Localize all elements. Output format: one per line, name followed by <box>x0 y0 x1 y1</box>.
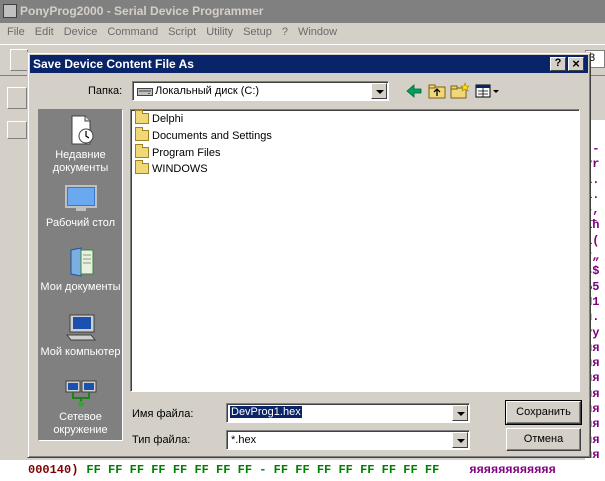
menu-command[interactable]: Command <box>102 25 163 39</box>
network-places-icon <box>65 380 96 407</box>
lookin-value: Локальный диск (C:) <box>155 85 260 97</box>
menu-setup[interactable]: Setup <box>238 25 277 39</box>
lookin-combo[interactable]: Локальный диск (C:) <box>132 81 389 101</box>
toolbar-button[interactable] <box>10 49 28 71</box>
filename-value: DevProg1.hex <box>230 406 302 418</box>
toolbar-side-button[interactable] <box>7 87 27 109</box>
folder-icon <box>135 110 149 124</box>
up-folder-icon[interactable] <box>426 81 448 101</box>
app-title: PonyProg2000 - Serial Device Programmer <box>20 4 264 18</box>
view-menu-icon[interactable] <box>474 81 500 101</box>
filetype-value: *.hex <box>231 434 257 446</box>
list-item[interactable]: Documents and Settings <box>135 127 272 146</box>
hex-address: 000140) <box>28 463 79 477</box>
app-icon <box>3 4 17 18</box>
filename-dropdown-button[interactable] <box>452 405 468 421</box>
save-file-dialog: Save Device Content File As ? × Папка: Л… <box>27 52 591 458</box>
drive-icon <box>137 88 153 96</box>
filetype-dropdown-button[interactable] <box>452 432 468 448</box>
filename-label: Имя файла: <box>132 408 194 420</box>
help-button[interactable]: ? <box>550 57 566 71</box>
desktop-icon <box>64 185 97 211</box>
app-title-bar[interactable]: PonyProg2000 - Serial Device Programmer <box>0 0 605 23</box>
recent-documents-icon <box>71 115 93 145</box>
filetype-label: Тип файла: <box>132 434 191 446</box>
my-computer-icon <box>65 314 96 341</box>
hex-bytes: FF FF FF FF FF FF FF FF - FF FF FF FF FF… <box>86 463 440 477</box>
cancel-button[interactable]: Отмена <box>506 428 581 451</box>
dialog-title: Save Device Content File As <box>33 57 194 71</box>
menu-script[interactable]: Script <box>163 25 201 39</box>
new-folder-icon[interactable] <box>449 81 471 101</box>
place-label: Сетевое окружение <box>53 411 108 436</box>
lookin-dropdown-button[interactable] <box>371 83 387 99</box>
lookin-label: Папка: <box>88 85 123 97</box>
folder-icon <box>135 144 149 158</box>
file-name: Program Files <box>152 147 221 159</box>
place-label: Рабочий стол <box>45 217 116 229</box>
places-bar: Недавние документы Рабочий стол Мои доку… <box>38 109 123 441</box>
folder-icon <box>135 160 149 174</box>
close-button[interactable]: × <box>568 57 584 71</box>
folder-icon <box>135 127 149 141</box>
file-name: Documents and Settings <box>152 130 272 142</box>
place-label: Мои документы <box>40 281 121 293</box>
menu-utility[interactable]: Utility <box>201 25 238 39</box>
file-name: WINDOWS <box>152 163 208 175</box>
place-label: Недавние документы <box>52 149 109 174</box>
menu-edit[interactable]: Edit <box>30 25 59 39</box>
menu-file[interactable]: File <box>2 25 30 39</box>
place-desktop[interactable]: Рабочий стол <box>39 184 122 230</box>
place-recent[interactable]: Недавние документы <box>39 114 122 175</box>
list-item[interactable]: Program Files <box>135 144 221 163</box>
place-my-documents[interactable]: Мои документы <box>39 246 122 294</box>
file-name: Delphi <box>152 113 184 125</box>
place-label: Мой компьютер <box>40 346 121 358</box>
place-my-computer[interactable]: Мой компьютер <box>39 313 122 359</box>
file-list[interactable]: Delphi Documents and Settings Program Fi… <box>130 109 580 392</box>
hex-chars: яяяяяяяяяяяя <box>469 463 556 477</box>
my-documents-icon <box>70 247 93 277</box>
menu-help[interactable]: ? <box>277 25 293 39</box>
menu-window[interactable]: Window <box>293 25 342 39</box>
filename-input[interactable]: DevProg1.hex <box>226 403 470 423</box>
hex-row[interactable]: 000140) FF FF FF FF FF FF FF FF - FF FF F… <box>0 460 605 481</box>
place-network[interactable]: Сетевое окружение <box>39 378 122 437</box>
filetype-select[interactable]: *.hex <box>226 430 470 450</box>
back-icon[interactable] <box>403 81 425 101</box>
toolbar-side-button[interactable] <box>7 121 27 139</box>
dialog-title-bar[interactable]: Save Device Content File As ? × <box>30 55 588 73</box>
list-item[interactable]: WINDOWS <box>135 160 208 179</box>
save-button[interactable]: Сохранить <box>505 400 582 425</box>
menu-device[interactable]: Device <box>59 25 103 39</box>
menu-bar: File Edit Device Command Script Utility Setup?… <box>0 23 605 42</box>
